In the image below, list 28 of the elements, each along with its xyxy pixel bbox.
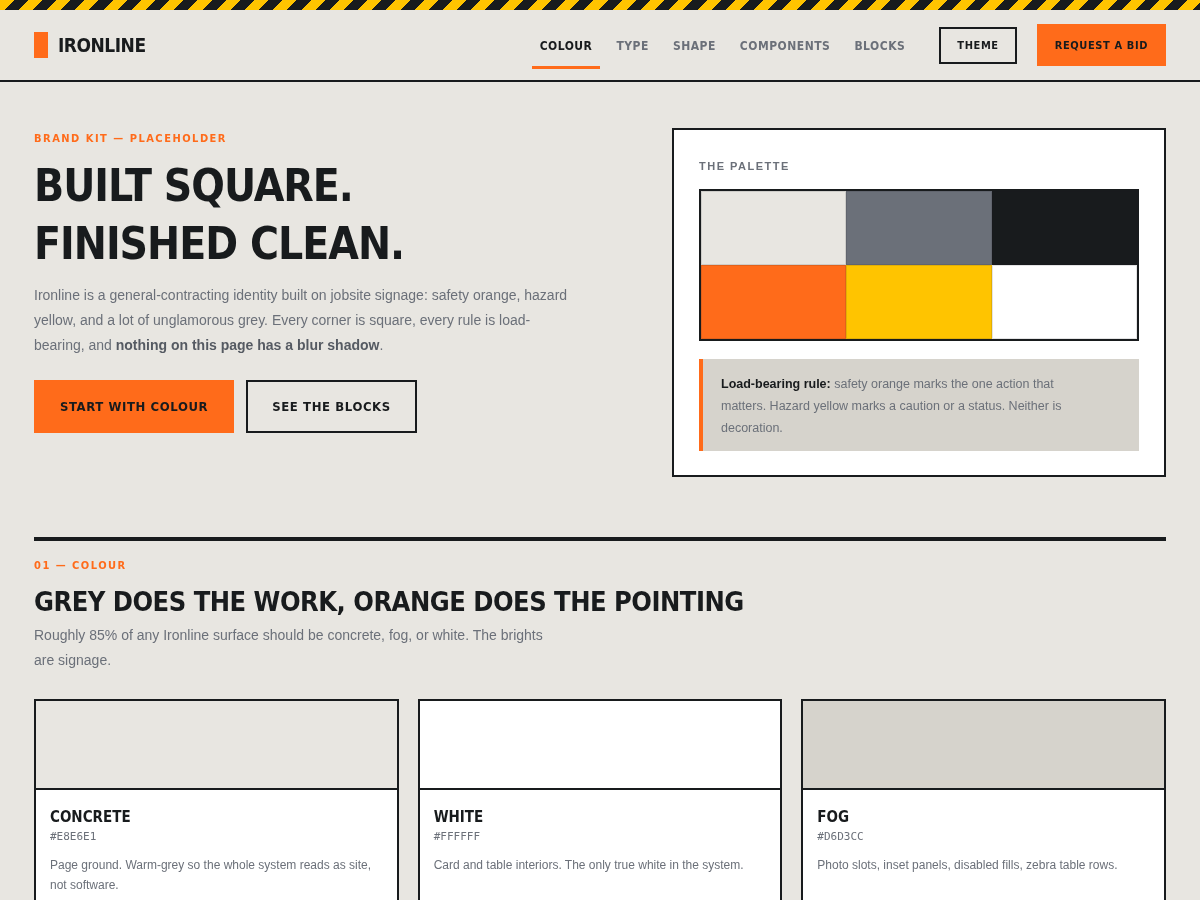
start-button[interactable]: START WITH COLOUR [34, 380, 235, 433]
request-bid-button[interactable]: REQUEST A BID [1036, 24, 1166, 66]
section-description: Roughly 85% of any Ironline surface should be concrete, fog, or white. The brights are signage. [34, 626, 544, 670]
color-hex: #FFFFFF [433, 830, 481, 843]
nav-tab[interactable]: SHAPE [664, 24, 724, 69]
hero-title: BUILT SQUARE. FINISHED CLEAN. [34, 159, 406, 271]
color-hex: #E8E6E1 [50, 830, 98, 843]
hero-description: Ironline is a general-contracting identity built on jobsite signage: safety orange, hazard yellow, and a lot of unglamorous grey. Every corner is square, every rule is load-bearing, and nothing on this page has a blur shadow. [34, 286, 569, 355]
nav-tab[interactable]: COLOUR [531, 24, 601, 69]
nav-tab[interactable]: COMPONENTS [731, 24, 839, 69]
theme-button[interactable]: THEME [939, 26, 1017, 64]
blocks-button[interactable]: SEE THE BLOCKS [246, 380, 417, 433]
eyebrow-label: BRAND KIT — PLACEHOLDER [34, 132, 228, 145]
palette-title: THE PALETTE [699, 160, 791, 172]
color-description: Page ground. Warm-grey so the whole system reads as site, not software. [50, 857, 373, 894]
color-hex: #D6D3CC [817, 830, 865, 843]
nav-tab[interactable]: TYPE [608, 24, 657, 69]
color-name: WHITE [433, 808, 485, 826]
color-name: CONCRETE [50, 808, 132, 826]
color-name: FOG [817, 808, 851, 826]
section-title: GREY DOES THE WORK, ORANGE DOES THE POINTING [34, 586, 745, 617]
nav-tab[interactable]: BLOCKS [846, 24, 914, 69]
section-eyebrow: 01 — COLOUR [34, 559, 128, 572]
logo-icon [34, 32, 48, 58]
brand-name[interactable]: IRONLINE [58, 34, 146, 56]
color-description: Card and table interiors. The only true white in the system. [433, 857, 745, 874]
rule-note: Load-bearing rule: safety orange marks the one action that matters. Hazard yellow marks a caution or a status. Neither is decoration. [699, 359, 1139, 451]
color-description: Photo slots, inset panels, disabled fills, zebra table rows. [817, 857, 1119, 874]
